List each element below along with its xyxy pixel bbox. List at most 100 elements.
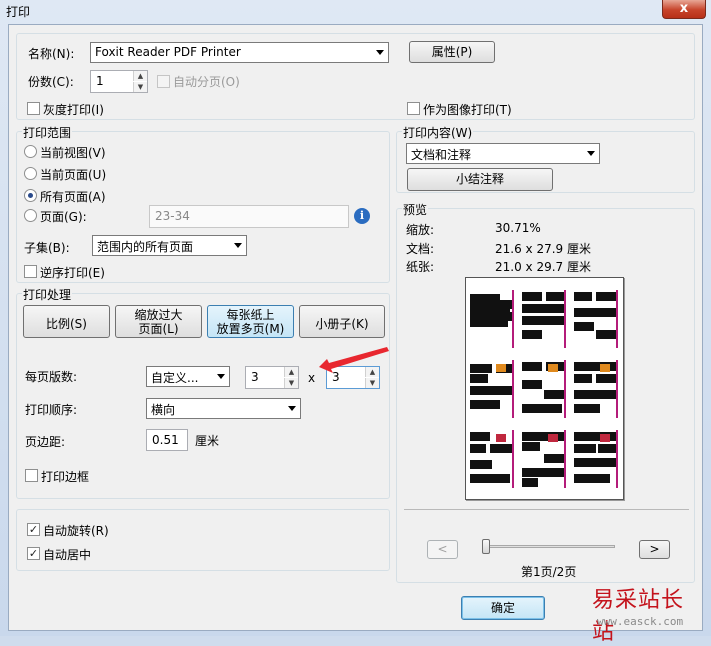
print-dialog: 打印 x 名称(N): Foxit Reader PDF Printer 属性(…	[0, 0, 711, 645]
thumbnail-text-block	[522, 478, 538, 487]
print-content-value: 文档和注释	[411, 148, 472, 162]
document-size-value: 21.6 x 27.9 厘米	[495, 242, 591, 256]
properties-button[interactable]: 属性(P)	[409, 41, 495, 63]
copies-stepper[interactable]: 1 ▲ ▼	[90, 70, 148, 93]
prev-page-button[interactable]: <	[427, 540, 458, 559]
thumbnail-text-block	[470, 364, 492, 373]
chevron-down-icon	[376, 50, 384, 55]
auto-center-checkbox[interactable]: ✓	[27, 547, 40, 560]
thumbnail-text-block	[522, 316, 566, 325]
thumbnail-edge	[564, 430, 566, 488]
page-thumbnail	[522, 360, 566, 418]
print-as-image-label: 作为图像打印(T)	[423, 103, 512, 117]
thumbnail-text-block	[546, 292, 564, 301]
print-order-select[interactable]: 横向	[146, 398, 301, 419]
pages-per-sheet-select[interactable]: 自定义...	[146, 366, 230, 387]
grayscale-checkbox[interactable]	[27, 102, 40, 115]
pages-range-input[interactable]: 23-34	[149, 205, 349, 228]
thumbnail-text-block	[574, 404, 600, 413]
copies-value: 1	[96, 74, 104, 88]
mode-shrink-button[interactable]: 缩放过大 页面(L)	[115, 305, 202, 338]
margin-unit: 厘米	[195, 434, 220, 448]
stepper-down-icon[interactable]: ▼	[284, 378, 298, 388]
page-thumbnail	[574, 360, 618, 418]
thumbnail-text-block	[574, 444, 596, 453]
thumbnail-edge	[616, 430, 618, 488]
columns-value: 3	[251, 370, 259, 384]
printer-name-value: Foxit Reader PDF Printer	[95, 45, 241, 59]
stepper-down-icon[interactable]: ▼	[133, 82, 147, 92]
thumbnail-text-block	[596, 292, 616, 301]
watermark-url: www.easck.com	[597, 615, 684, 628]
subset-select[interactable]: 范围内的所有页面	[92, 235, 247, 256]
reverse-checkbox[interactable]	[24, 265, 37, 278]
print-range-title: 打印范围	[22, 124, 73, 141]
dialog-body: 名称(N): Foxit Reader PDF Printer 属性(P) 份数…	[8, 24, 703, 645]
printer-name-select[interactable]: Foxit Reader PDF Printer	[90, 42, 389, 63]
thumbnail-text-block	[522, 362, 542, 371]
collate-checkbox[interactable]	[157, 75, 170, 88]
printer-name-label: 名称(N):	[28, 47, 75, 61]
thumbnail-text-block	[574, 322, 594, 331]
page-slider-track[interactable]	[485, 545, 615, 548]
annotation-arrow	[319, 347, 389, 373]
mode-scale-button[interactable]: 比例(S)	[23, 305, 110, 338]
radio-current-page-label: 当前页面(U)	[40, 168, 107, 182]
mode-multiple-pages-button[interactable]: 每张纸上 放置多页(M)	[207, 305, 294, 338]
print-order-label: 打印顺序:	[25, 403, 78, 417]
thumbnail-text-block	[574, 308, 618, 317]
auto-rotate-checkbox[interactable]: ✓	[27, 523, 40, 536]
paper-size-value: 21.0 x 29.7 厘米	[495, 260, 591, 274]
auto-center-label: 自动居中	[43, 548, 92, 562]
ok-button[interactable]: 确定	[461, 596, 545, 620]
watermark-logo: 易采站长站	[592, 588, 685, 645]
preview-divider	[404, 509, 689, 510]
next-page-button[interactable]: >	[639, 540, 670, 559]
grayscale-label: 灰度打印(I)	[43, 103, 104, 117]
copies-label: 份数(C):	[28, 75, 74, 89]
page-thumbnail	[522, 430, 566, 488]
print-content-select[interactable]: 文档和注释	[406, 143, 600, 164]
stepper-up-icon[interactable]: ▲	[284, 367, 298, 377]
auto-rotate-label: 自动旋转(R)	[43, 524, 109, 538]
zoom-value: 30.71%	[495, 221, 541, 235]
radio-current-page[interactable]	[24, 167, 37, 180]
thumbnail-text-block	[574, 458, 618, 467]
preview-page	[465, 277, 624, 500]
mode-booklet-button[interactable]: 小册子(K)	[299, 305, 385, 338]
close-button[interactable]: x	[662, 0, 706, 19]
thumbnail-text-block	[522, 468, 566, 477]
print-as-image-checkbox[interactable]	[407, 102, 420, 115]
radio-current-view-label: 当前视图(V)	[40, 146, 106, 160]
thumbnail-text-block	[596, 374, 616, 383]
mode-booklet-label: 小册子(K)	[315, 317, 369, 331]
margin-input[interactable]: 0.51	[146, 429, 188, 451]
summarize-comments-button[interactable]: 小结注释	[407, 168, 553, 191]
page-thumbnail	[522, 290, 566, 348]
thumbnail-text-block	[574, 374, 592, 383]
thumbnail-text-block	[574, 474, 610, 483]
thumbnail-edge	[564, 290, 566, 348]
print-handling-title: 打印处理	[22, 286, 73, 303]
radio-all-pages[interactable]	[24, 189, 37, 202]
page-slider-thumb[interactable]	[482, 539, 490, 554]
thumbnail-text-block	[522, 304, 566, 313]
thumbnail-text-block	[574, 432, 618, 441]
page-thumbnail	[574, 430, 618, 488]
radio-pages[interactable]	[24, 209, 37, 222]
chevron-down-icon	[288, 406, 296, 411]
columns-stepper[interactable]: 3 ▲ ▼	[245, 366, 299, 389]
reverse-label: 逆序打印(E)	[40, 266, 105, 280]
margin-label: 页边距:	[25, 435, 66, 449]
thumbnail-figure	[496, 364, 506, 372]
stepper-down-icon[interactable]: ▼	[365, 378, 379, 388]
print-border-checkbox[interactable]	[25, 469, 38, 482]
print-border-label: 打印边框	[41, 470, 90, 484]
info-icon[interactable]: i	[354, 208, 370, 224]
radio-all-pages-label: 所有页面(A)	[40, 190, 106, 204]
window-title: 打印	[6, 5, 31, 19]
pages-per-sheet-label: 每页版数:	[25, 370, 78, 384]
stepper-up-icon[interactable]: ▲	[133, 71, 147, 81]
radio-current-view[interactable]	[24, 145, 37, 158]
thumbnail-text-block	[574, 292, 592, 301]
